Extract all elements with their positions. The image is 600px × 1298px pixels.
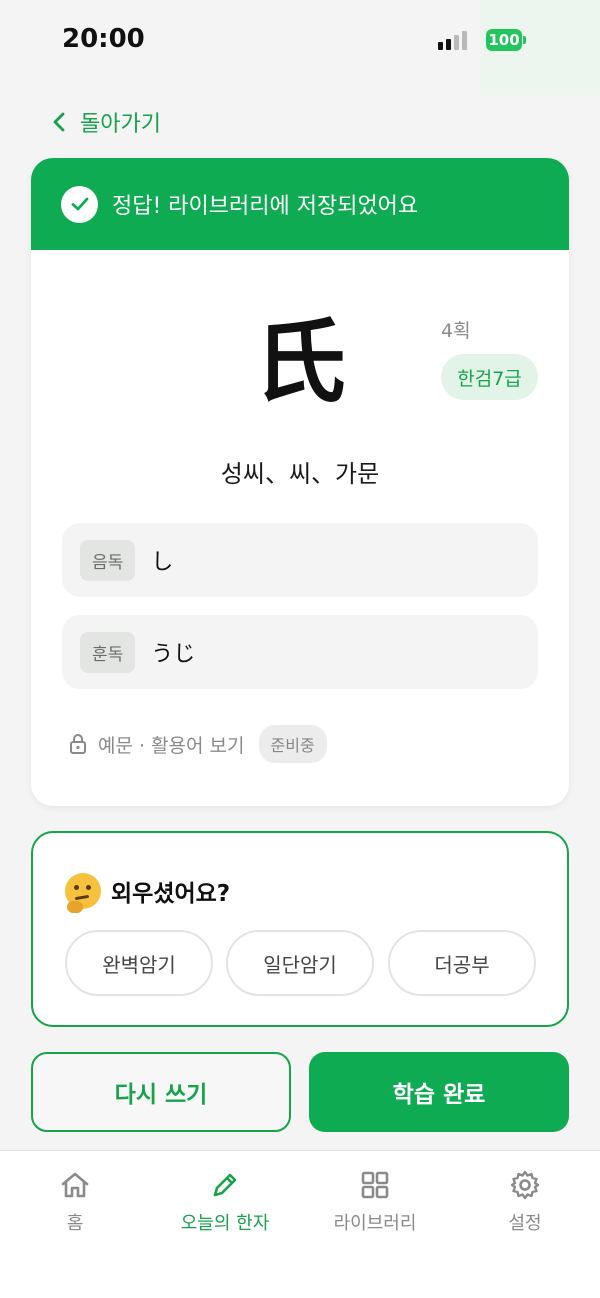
chevron-left-icon: [53, 112, 65, 132]
tab-label: 홈: [66, 1213, 84, 1234]
status-time: 20:00: [62, 24, 145, 54]
grid-icon: [361, 1171, 389, 1199]
battery-level: 100: [488, 31, 520, 49]
level-badge: 한검7급: [441, 354, 538, 400]
thinking-face-icon: [65, 873, 101, 913]
gear-icon: [510, 1170, 540, 1200]
pencil-icon: [213, 1173, 237, 1197]
tab-library[interactable]: 라이브러리: [300, 1169, 450, 1239]
roughly-memorized-button[interactable]: 일단암기: [226, 930, 374, 996]
tab-label: 라이브러리: [333, 1213, 417, 1234]
complete-button[interactable]: 학습 완료: [309, 1052, 569, 1132]
home-icon: [61, 1172, 89, 1198]
check-icon: [61, 185, 98, 223]
success-banner: 정답! 라이브러리에 저장되었어요: [31, 158, 569, 250]
tab-today-hanja[interactable]: 오늘의 한자: [150, 1169, 300, 1239]
tab-home[interactable]: 홈: [0, 1169, 150, 1239]
tab-settings[interactable]: 설정: [450, 1169, 600, 1239]
examples-label: 예문 · 활용어 보기: [98, 734, 245, 757]
tab-label: 설정: [508, 1213, 542, 1234]
signal-icon: [438, 30, 470, 50]
rewrite-button[interactable]: 다시 쓰기: [31, 1052, 291, 1132]
tab-bar: 홈 오늘의 한자 라이브러리 설정: [0, 1150, 600, 1298]
memorize-question: 외우셨어요?: [111, 881, 231, 907]
back-button[interactable]: 돌아가기: [50, 104, 161, 140]
result-card: 정답! 라이브러리에 저장되었어요 氏 4획 한검7급 성씨、씨、가문 음독 し…: [31, 158, 569, 806]
memorize-title: 외우셨어요?: [65, 873, 231, 913]
reading-row-on: 음독 し: [62, 523, 538, 597]
meaning-text: 성씨、씨、가문: [220, 460, 380, 488]
reading-type-tag: 음독: [80, 539, 136, 581]
reading-value: し: [151, 550, 174, 575]
perfect-memorized-button[interactable]: 완벽암기: [65, 930, 213, 996]
tab-label: 오늘의 한자: [180, 1213, 270, 1234]
reading-row-kun: 훈독 うじ: [62, 615, 538, 689]
preparing-badge: 준비중: [258, 725, 327, 763]
reading-value: うじ: [151, 642, 196, 667]
memorize-card: 외우셨어요? 완벽암기 일단암기 더공부: [31, 831, 569, 1027]
examples-link[interactable]: 예문 · 활용어 보기 준비중: [68, 724, 327, 764]
lock-icon: [70, 734, 86, 754]
banner-text: 정답! 라이브러리에 저장되었어요: [112, 194, 419, 219]
stroke-count: 4획: [441, 320, 471, 342]
status-bar: 20:00 100: [0, 0, 600, 95]
reading-type-tag: 훈독: [80, 631, 136, 673]
study-more-button[interactable]: 더공부: [388, 930, 536, 996]
battery-icon: 100: [486, 29, 526, 51]
back-label: 돌아가기: [80, 112, 161, 137]
